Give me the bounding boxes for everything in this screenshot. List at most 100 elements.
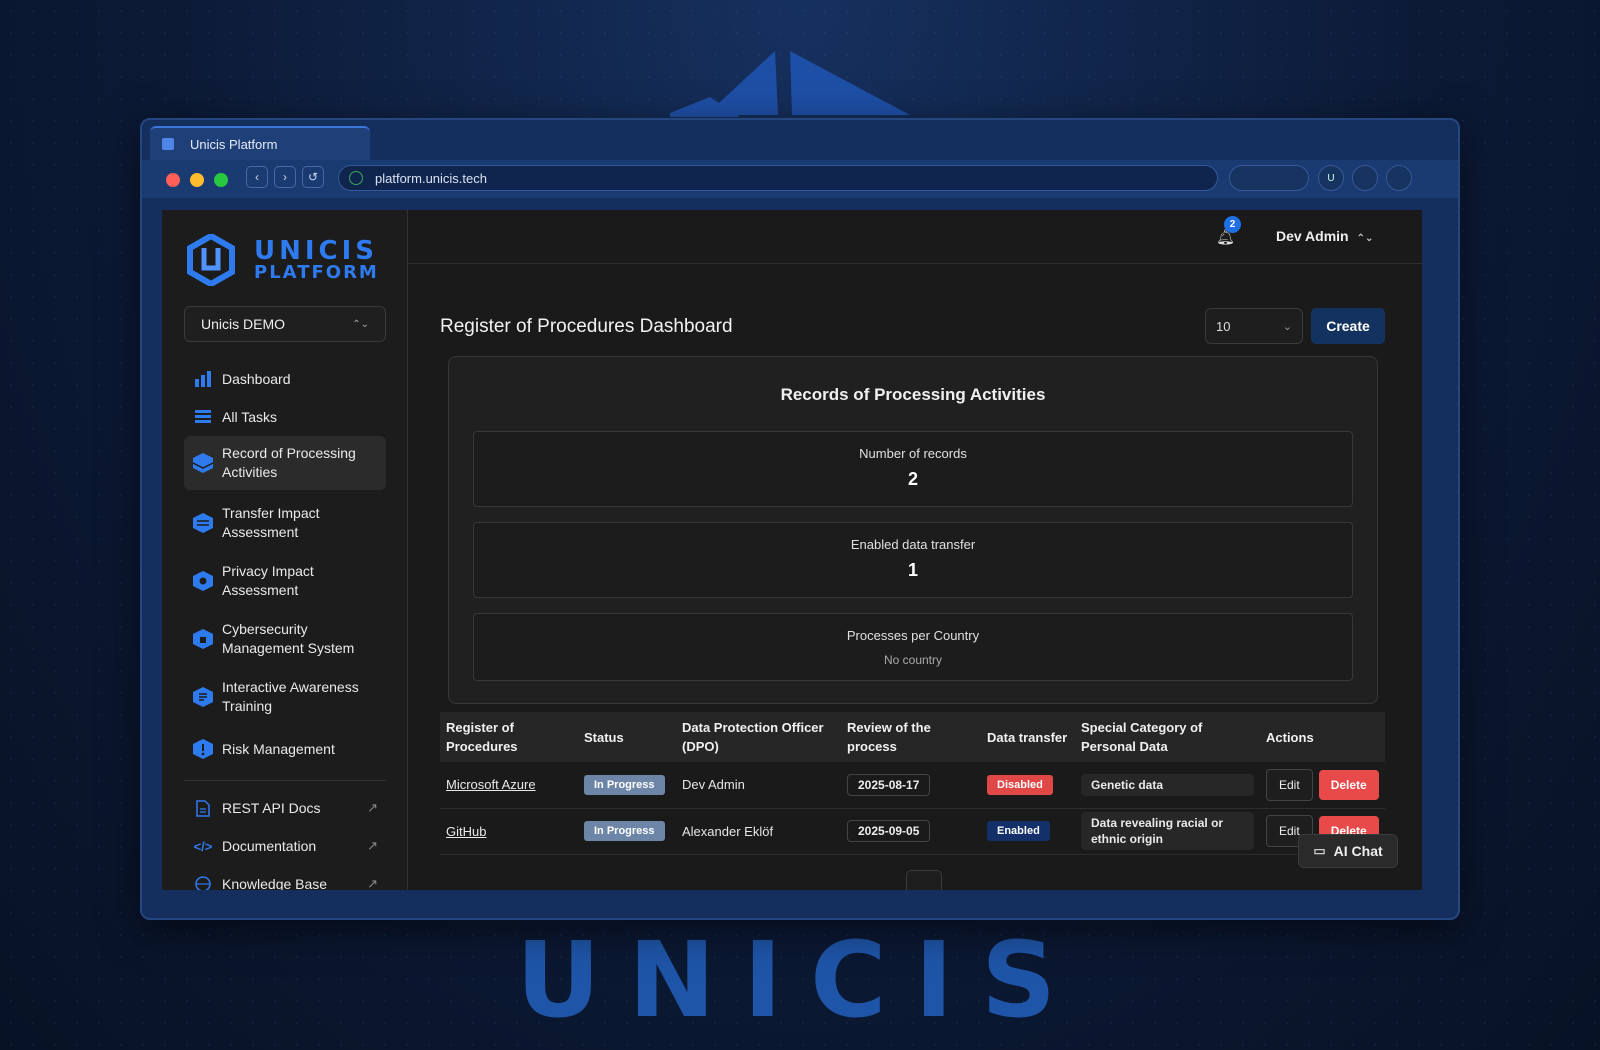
sidebar-item-cms[interactable]: Cybersecurity Management System — [184, 610, 386, 668]
sidebar-item-label: Cybersecurity Management System — [222, 621, 355, 656]
column-header[interactable]: Data Protection Officer (DPO) — [676, 712, 841, 762]
procedure-link[interactable]: GitHub — [446, 824, 486, 839]
secure-icon — [349, 171, 363, 185]
user-name: Dev Admin — [1276, 228, 1349, 244]
unicis-logo-icon — [187, 234, 235, 286]
sidebar-logo[interactable]: UNICIS PLATFORM — [186, 234, 379, 286]
sidebar-nav: Dashboard All Tasks Record of Processing… — [184, 360, 386, 890]
stat-value: 2 — [907, 469, 918, 489]
chevron-updown-icon: ⌃⌄ — [1356, 233, 1374, 244]
summary-card: Records of Processing Activities Number … — [448, 356, 1378, 704]
sidebar-link-documentation[interactable]: </> Documentation ↗ — [184, 827, 386, 865]
address-bar[interactable]: platform.unicis.tech — [338, 165, 1218, 191]
column-header[interactable]: Status — [578, 712, 676, 762]
sidebar-divider — [184, 780, 386, 781]
stat-note: No country — [883, 653, 943, 667]
reload-icon[interactable]: ↺ — [302, 166, 324, 188]
globe-icon — [192, 876, 214, 890]
extension-icon[interactable] — [1352, 165, 1378, 191]
stat-country: Processes per Country No country — [473, 613, 1353, 681]
column-header: Actions — [1266, 729, 1314, 745]
sidebar-item-label: Interactive Awareness Training — [222, 679, 359, 714]
sidebar-item-all-tasks[interactable]: All Tasks — [184, 398, 386, 436]
sidebar-item-label: Record of Processing Activities — [222, 445, 356, 480]
create-button[interactable]: Create — [1311, 308, 1385, 344]
cyber-icon — [192, 628, 214, 650]
pagination-button[interactable] — [906, 870, 942, 890]
dpo-cell: Dev Admin — [676, 762, 841, 809]
procedures-table: Register of Procedures Status Data Prote… — [440, 712, 1385, 855]
transfer-badge: Disabled — [987, 774, 1053, 795]
review-date: 2025-09-05 — [847, 820, 931, 842]
transfer-badge: Enabled — [987, 821, 1050, 841]
menu-icon[interactable] — [1386, 165, 1412, 191]
minimize-window-button[interactable] — [190, 173, 204, 187]
favicon-icon — [162, 138, 174, 150]
chevron-updown-icon: ⌃⌄ — [352, 318, 369, 330]
sidebar-link-rest-api[interactable]: REST API Docs ↗ — [184, 789, 386, 827]
special-category-tag: Data revealing racial or ethnic origin — [1081, 812, 1254, 850]
edit-button[interactable]: Edit — [1266, 768, 1313, 801]
document-icon — [192, 799, 214, 817]
top-bar: 🔔︎ 2 Dev Admin ⌃⌄ — [408, 210, 1422, 264]
sidebar-item-label: Privacy Impact Assessment — [222, 563, 314, 598]
forward-icon[interactable]: › — [274, 166, 296, 188]
code-icon: </> — [193, 838, 213, 854]
back-icon[interactable]: ‹ — [246, 166, 268, 188]
unicis-wordmark: UNICIS — [515, 919, 1085, 1041]
org-selector[interactable]: Unicis DEMO ⌃⌄ — [184, 306, 386, 342]
sidebar-item-ropa[interactable]: Record of Processing Activities — [184, 436, 386, 490]
sidebar-item-tia[interactable]: Transfer Impact Assessment — [184, 494, 386, 552]
sidebar-item-training[interactable]: Interactive Awareness Training — [184, 668, 386, 726]
column-header[interactable]: Special Category of Personal Data — [1075, 712, 1260, 762]
sidebar-item-pia[interactable]: Privacy Impact Assessment — [184, 552, 386, 610]
stat-label: Number of records — [859, 446, 967, 461]
logo-line1: UNICIS — [254, 236, 379, 266]
sidebar-item-label: All Tasks — [222, 409, 277, 425]
column-header[interactable]: Register of Procedures — [440, 712, 578, 762]
sidebar-link-label: Documentation — [222, 838, 317, 854]
bar-chart-icon — [192, 371, 214, 387]
sidebar-link-label: REST API Docs — [222, 800, 321, 816]
close-window-button[interactable] — [166, 173, 180, 187]
org-selector-label: Unicis DEMO — [201, 316, 286, 332]
ai-chat-label: AI Chat — [1333, 843, 1383, 859]
chevron-down-icon: ⌄ — [1282, 320, 1292, 333]
user-menu[interactable]: Dev Admin ⌃⌄ — [1276, 228, 1373, 244]
external-link-icon: ↗ — [367, 876, 378, 890]
profile-avatar[interactable]: U — [1318, 165, 1344, 191]
external-link-icon: ↗ — [367, 838, 378, 853]
stat-label: Enabled data transfer — [850, 537, 976, 552]
stat-transfer: Enabled data transfer 1 — [473, 522, 1353, 598]
stat-label: Processes per Country — [846, 628, 980, 643]
sidebar-item-dashboard[interactable]: Dashboard — [184, 360, 386, 398]
sidebar-item-label: Dashboard — [222, 371, 291, 387]
sidebar: UNICIS PLATFORM Unicis DEMO ⌃⌄ Dashboard… — [162, 210, 408, 890]
sidebar-item-label: Transfer Impact Assessment — [222, 505, 320, 540]
procedure-link[interactable]: Microsoft Azure — [446, 777, 536, 792]
column-header[interactable]: Review of the process — [841, 712, 981, 762]
transfer-icon — [192, 512, 214, 534]
status-badge: In Progress — [584, 774, 665, 795]
extensions-pill[interactable] — [1229, 165, 1309, 191]
review-date: 2025-08-17 — [847, 773, 931, 796]
main-content: 🔔︎ 2 Dev Admin ⌃⌄ Register of Procedures … — [408, 210, 1422, 890]
risk-icon — [192, 738, 214, 760]
browser-tab[interactable]: Unicis Platform — [150, 126, 370, 160]
status-badge: In Progress — [584, 821, 665, 841]
browser-toolbar: ‹ › ↺ platform.unicis.tech U — [142, 160, 1458, 198]
ropa-icon — [192, 452, 214, 474]
delete-button[interactable]: Delete — [1318, 769, 1379, 800]
sidebar-link-knowledge-base[interactable]: Knowledge Base ↗ — [184, 865, 386, 890]
privacy-icon — [192, 570, 214, 592]
tab-title: Unicis Platform — [190, 136, 278, 152]
sidebar-item-risk[interactable]: Risk Management — [184, 726, 386, 772]
maximize-window-button[interactable] — [214, 173, 228, 187]
app-viewport: UNICIS PLATFORM Unicis DEMO ⌃⌄ Dashboard… — [162, 210, 1422, 890]
page-size-select[interactable]: 10 ⌄ — [1205, 308, 1303, 344]
table-row: Microsoft Azure In Progress Dev Admin 20… — [440, 762, 1385, 809]
column-header[interactable]: Data transfer — [981, 712, 1075, 762]
dpo-cell: Alexander Eklöf — [676, 808, 841, 855]
ai-chat-button[interactable]: ▭ AI Chat — [1298, 834, 1398, 868]
special-category-tag: Genetic data — [1081, 773, 1254, 796]
